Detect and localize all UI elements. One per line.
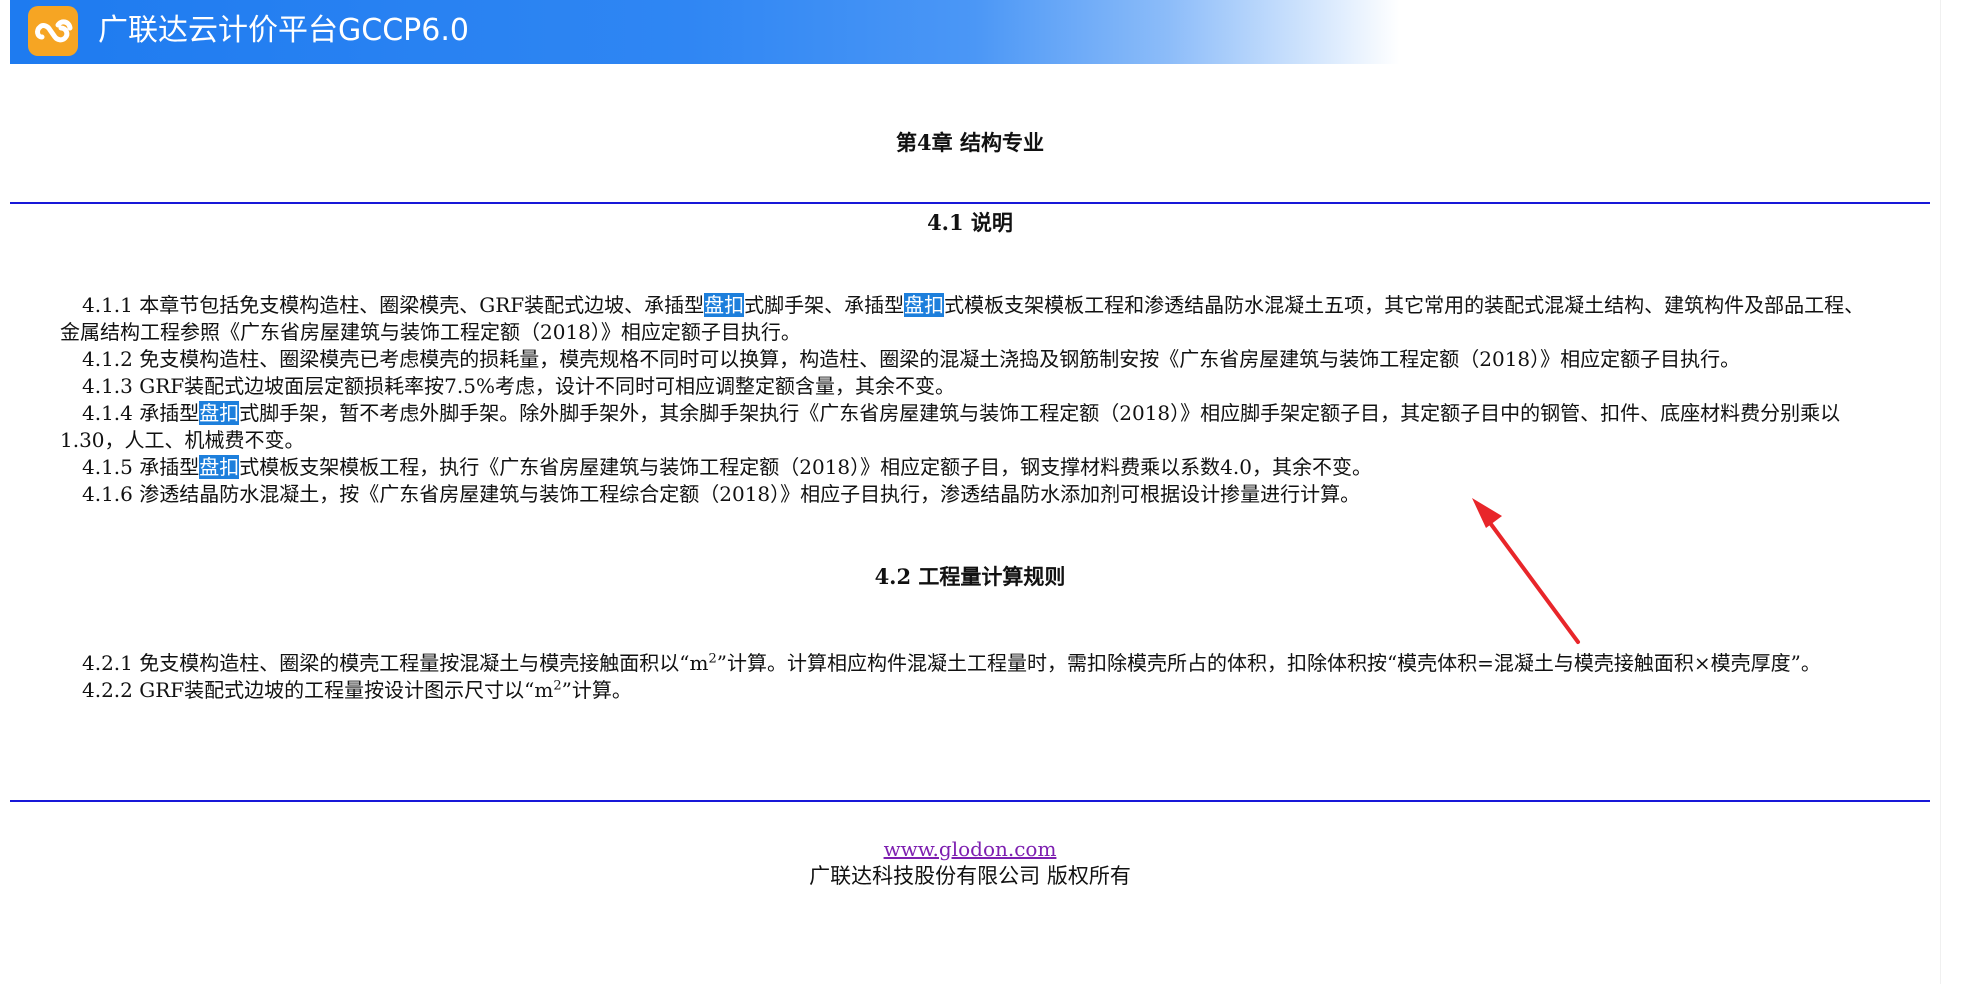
- superscript: 2: [708, 651, 717, 667]
- paragraph-text: 4.2.1 免支模构造柱、圈梁的模壳工程量按混凝土与模壳接触面积以“m: [82, 651, 709, 675]
- app-title: 广联达云计价平台GCCP6.0: [98, 13, 469, 48]
- paragraph-4-1-5: 4.1.5 承插型盘扣式模板支架模板工程，执行《广东省房屋建筑与装饰工程定额（2…: [60, 454, 1880, 481]
- section-4-2-body: 4.2.1 免支模构造柱、圈梁的模壳工程量按混凝土与模壳接触面积以“m2”计算。…: [60, 650, 1880, 704]
- copyright-text: 广联达科技股份有限公司 版权所有: [809, 864, 1131, 888]
- section-4-1-body: 4.1.1 本章节包括免支模构造柱、圈梁模壳、GRF装配式边坡、承插型盘扣式脚手…: [60, 292, 1880, 508]
- paragraph-text: 式脚手架、承插型: [744, 293, 905, 317]
- paragraph-4-2-1: 4.2.1 免支模构造柱、圈梁的模壳工程量按混凝土与模壳接触面积以“m2”计算。…: [60, 650, 1880, 677]
- paragraph-4-1-6: 4.1.6 渗透结晶防水混凝土，按《广东省房屋建筑与装饰工程综合定额（2018）…: [82, 482, 1361, 506]
- paragraph-4-1-1: 4.1.1 本章节包括免支模构造柱、圈梁模壳、GRF装配式边坡、承插型盘扣式脚手…: [60, 292, 1880, 346]
- glodon-website-link[interactable]: www.glodon.com: [884, 837, 1057, 861]
- glodon-logo-icon: [28, 6, 78, 56]
- paragraph-text: 4.1.5 承插型: [82, 455, 200, 479]
- section-4-2-title: 4.2 工程量计算规则: [874, 564, 1066, 589]
- app-header: 广联达云计价平台GCCP6.0: [10, 0, 1940, 64]
- section-4-1-title: 4.1 说明: [927, 210, 1013, 235]
- paragraph-4-1-4: 4.1.4 承插型盘扣式脚手架，暂不考虑外脚手架。除外脚手架外，其余脚手架执行《…: [60, 400, 1880, 454]
- search-highlight: 盘扣: [904, 293, 945, 317]
- paragraph-4-1-3: 4.1.3 GRF装配式边坡面层定额损耗率按7.5%考虑，设计不同时可相应调整定…: [82, 374, 955, 398]
- superscript: 2: [553, 678, 562, 694]
- paragraph-text: 4.1.1 本章节包括免支模构造柱、圈梁模壳、GRF装配式边坡、承插型: [82, 293, 705, 317]
- paragraph-text: 4.1.4 承插型: [82, 401, 200, 425]
- footer-link-row: www.glodon.com: [10, 836, 1930, 862]
- paragraph-4-1-2: 4.1.2 免支模构造柱、圈梁模壳已考虑模壳的损耗量，模壳规格不同时可以换算，构…: [82, 347, 1741, 371]
- scrollbar-track[interactable]: [1940, 0, 1962, 984]
- paragraph-text: ”计算。计算相应构件混凝土工程量时，需扣除模壳所占的体积，扣除体积按“模壳体积=…: [716, 651, 1821, 675]
- divider-top: [10, 202, 1930, 204]
- paragraph-text: 式模板支架模板工程，执行《广东省房屋建筑与装饰工程定额（2018）》相应定额子目…: [239, 455, 1372, 479]
- divider-bottom: [10, 800, 1930, 802]
- search-highlight: 盘扣: [704, 293, 745, 317]
- chapter-title: 第4章 结构专业: [896, 130, 1044, 155]
- paragraph-4-2-2: 4.2.2 GRF装配式边坡的工程量按设计图示尺寸以“m2”计算。: [60, 677, 1880, 704]
- paragraph-text: ”计算。: [561, 678, 632, 702]
- paragraph-text: 式脚手架，暂不考虑外脚手架。除外脚手架外，其余脚手架执行《广东省房屋建筑与装饰工…: [60, 401, 1841, 452]
- paragraph-text: 4.2.2 GRF装配式边坡的工程量按设计图示尺寸以“m: [82, 678, 554, 702]
- search-highlight: 盘扣: [199, 401, 240, 425]
- search-highlight: 盘扣: [199, 455, 240, 479]
